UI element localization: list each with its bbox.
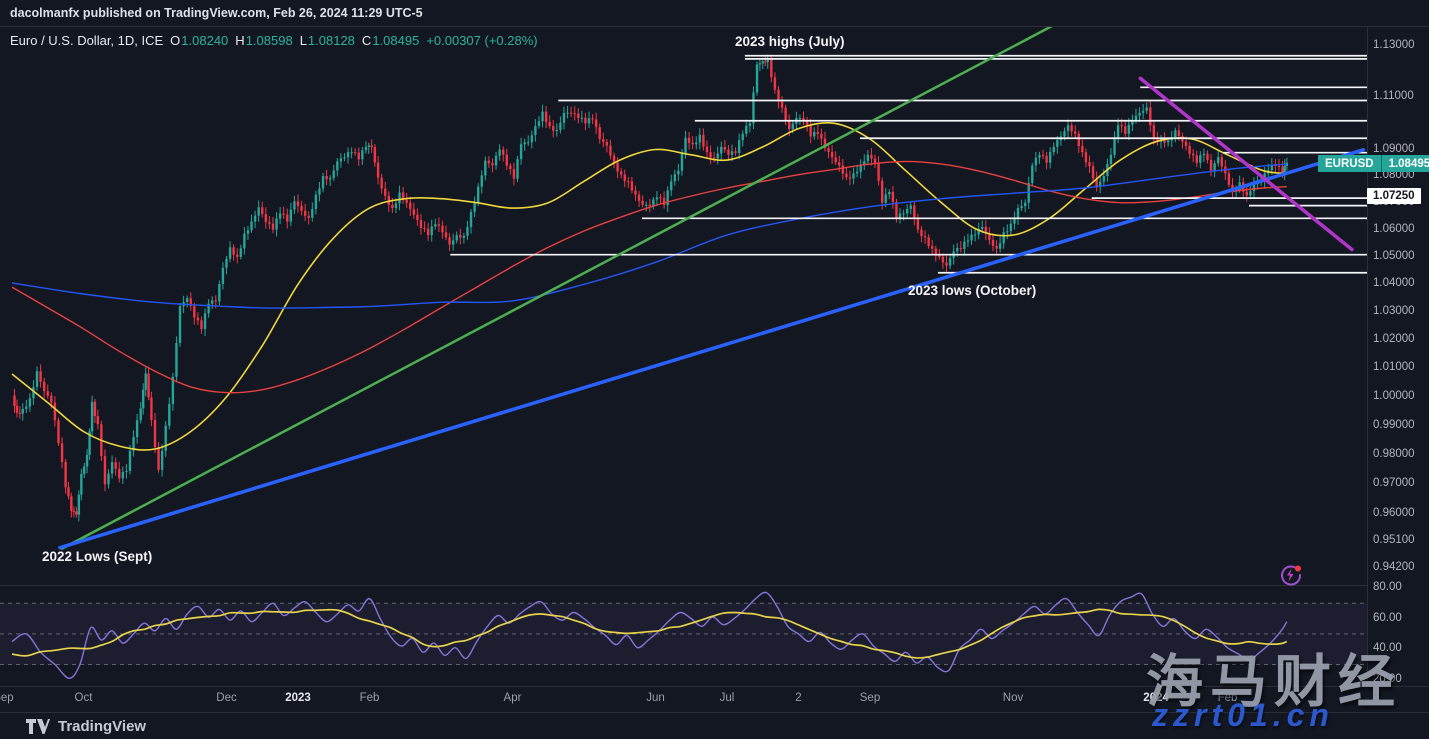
price-axis-label: 0.98000	[1373, 448, 1415, 460]
annotation-2023-lows: 2023 lows (October)	[908, 283, 1036, 298]
price-axis-label: 1.02000	[1373, 333, 1415, 345]
pill-symbol: EURUSD	[1318, 158, 1381, 170]
time-axis-label: Dec	[205, 692, 249, 704]
price-axis-label: 1.04000	[1373, 277, 1415, 289]
price-axis-label: 1.00000	[1373, 390, 1415, 402]
rsi-axis-label: 60.00	[1373, 612, 1402, 624]
current-price-pill: EURUSD 1.08495	[1318, 155, 1429, 172]
price-axis-label: 1.06000	[1373, 223, 1415, 235]
time-axis-label: Feb	[348, 692, 392, 704]
chart-canvas[interactable]	[0, 0, 1429, 739]
jump-to-realtime-icon[interactable]	[1277, 562, 1303, 588]
price-axis-label: 1.03000	[1373, 305, 1415, 317]
time-axis-label: Jul	[705, 692, 749, 704]
pill-price: 1.08495	[1382, 158, 1429, 170]
time-axis-label: Oct	[62, 692, 106, 704]
price-axis-label: 1.11000	[1373, 90, 1414, 102]
tradingview-published-chart: dacolmanfx published on TradingView.com,…	[0, 0, 1429, 739]
time-axis-label: Apr	[491, 692, 535, 704]
time-axis-label: Nov	[991, 692, 1035, 704]
tradingview-logo-icon[interactable]	[26, 719, 50, 734]
price-axis-label: 1.05000	[1373, 250, 1415, 262]
price-axis-label: 0.97000	[1373, 477, 1415, 489]
time-axis-label: Sep	[0, 692, 25, 704]
price-axis-label: 0.96000	[1373, 507, 1415, 519]
time-axis-label: 2	[777, 692, 821, 704]
tradingview-logo-text[interactable]: TradingView	[58, 718, 146, 735]
time-axis-label: Sep	[848, 692, 892, 704]
price-axis-label: 0.99000	[1373, 419, 1415, 431]
watermark-url: zzrt01.cn	[1152, 697, 1334, 734]
price-axis-label: 0.95100	[1373, 534, 1415, 546]
level-price-pill: 1.07250	[1367, 188, 1421, 204]
price-axis-label: 1.09000	[1373, 143, 1415, 155]
time-axis-label: Jun	[634, 692, 678, 704]
time-axis-label: 2023	[276, 692, 320, 704]
annotation-2022-lows: 2022 Lows (Sept)	[42, 549, 152, 564]
annotation-2023-highs: 2023 highs (July)	[735, 34, 845, 49]
price-axis-label: 0.94200	[1373, 561, 1415, 573]
price-axis-label: 1.13000	[1373, 39, 1415, 51]
price-axis-label: 1.01000	[1373, 361, 1415, 373]
rsi-axis-label: 80.00	[1373, 581, 1402, 593]
